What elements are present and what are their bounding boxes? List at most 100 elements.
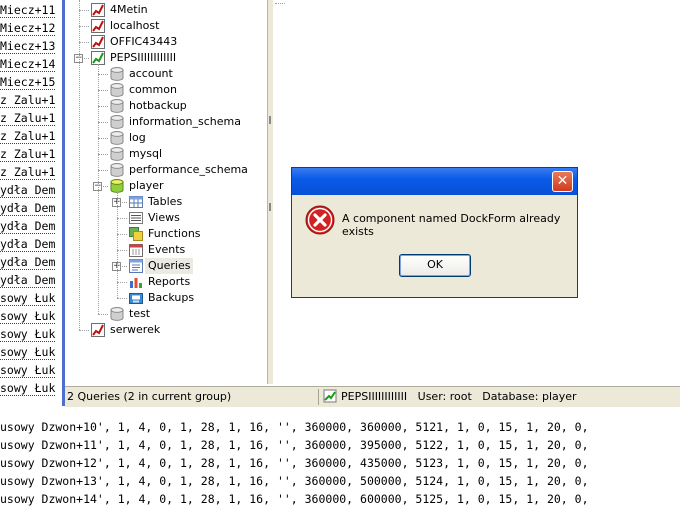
code-line: ydła Dem xyxy=(0,253,56,271)
tree-guide-line xyxy=(79,0,80,330)
status-connection-name: PEPSIIIIIIIIIIII xyxy=(341,390,408,403)
code-line: sowy Łuk xyxy=(0,289,56,307)
queries-icon xyxy=(129,259,143,273)
code-line: z Zalu+1 xyxy=(0,127,56,145)
conn-ok-icon xyxy=(91,51,105,65)
tree-item-label: information_schema xyxy=(129,115,241,128)
code-line: sowy Łuk xyxy=(0,379,56,397)
dialog-close-button[interactable]: ✕ xyxy=(552,171,573,192)
code-line: z Zalu+1 xyxy=(0,145,56,163)
code-text: Miecz+12 xyxy=(0,21,56,36)
code-line: Miecz+12 xyxy=(0,19,56,37)
code-text: sowy Łuk xyxy=(0,345,56,360)
code-line: z Zalu+1 xyxy=(0,163,56,181)
code-line: ydła Dem xyxy=(0,235,56,253)
ok-button[interactable]: OK xyxy=(399,254,471,277)
code-text: z Zalu+1 xyxy=(0,93,56,108)
tree-group-tables[interactable]: Tables + xyxy=(65,194,265,210)
tree-item-label: Functions xyxy=(148,227,201,240)
views-icon xyxy=(129,212,143,224)
conn-icon xyxy=(91,35,105,49)
code-text: ydła Dem xyxy=(0,219,56,234)
code-line: ydła Dem xyxy=(0,199,56,217)
tree-connection[interactable]: serwerek xyxy=(65,322,265,338)
code-text: Miecz+13 xyxy=(0,39,56,54)
code-line: usowy Dzwon+13', 1, 4, 0, 1, 28, 1, 16, … xyxy=(0,474,589,488)
code-text: sowy Łuk xyxy=(0,309,56,324)
code-line: sowy Łuk xyxy=(0,307,56,325)
tree-database[interactable]: player − xyxy=(65,178,265,194)
tree-guide-line xyxy=(98,64,99,314)
marker xyxy=(275,0,285,4)
tree-database[interactable]: information_schema xyxy=(65,114,265,130)
tree-group-queries[interactable]: Queries + xyxy=(65,258,265,274)
db-active-icon xyxy=(110,179,124,193)
code-line: usowy Dzwon+12', 1, 4, 0, 1, 28, 1, 16, … xyxy=(0,456,589,470)
tree-item-label: Queries xyxy=(145,258,194,274)
code-text: z Zalu+1 xyxy=(0,111,56,126)
tree-connector xyxy=(117,250,127,251)
code-text: Miecz+11 xyxy=(0,3,56,18)
code-text: sowy Łuk xyxy=(0,363,56,378)
tree-database[interactable]: performance_schema xyxy=(65,162,265,178)
code-line: ydła Dem xyxy=(0,181,56,199)
tree-item-label: Reports xyxy=(148,275,191,288)
tree-connector xyxy=(98,314,108,315)
tree-connection[interactable]: 4Metin xyxy=(65,2,265,18)
code-text: ydła Dem xyxy=(0,255,56,270)
tree-item-label: localhost xyxy=(110,19,160,32)
code-line: z Zalu+1 xyxy=(0,91,56,109)
reports-icon xyxy=(130,278,142,288)
code-line: Miecz+13 xyxy=(0,37,56,55)
tree-database[interactable]: test xyxy=(65,306,265,322)
tree-group-reports[interactable]: Reports xyxy=(65,274,265,290)
tree-connection[interactable]: OFFIC43443 xyxy=(65,34,265,50)
tree-guide-line xyxy=(117,192,118,298)
tree-connector xyxy=(98,90,108,91)
code-text: ydła Dem xyxy=(0,201,56,216)
backups-icon xyxy=(129,293,143,304)
db-icon xyxy=(110,147,124,161)
conn-icon xyxy=(91,323,105,337)
object-tree: 4Metin localhost OFFIC43443 PEPSIIIIIIIIIII… xyxy=(65,0,267,384)
code-line: Miecz+11 xyxy=(0,1,56,19)
functions-icon xyxy=(129,227,143,241)
tree-database[interactable]: common xyxy=(65,82,265,98)
dialog-titlebar[interactable]: ✕ xyxy=(292,168,577,195)
code-text: sowy Łuk xyxy=(0,327,56,342)
code-line: Miecz+15 xyxy=(0,73,56,91)
code-line: usowy Dzwon+14', 1, 4, 0, 1, 28, 1, 16, … xyxy=(0,492,589,506)
tree-item-label: Events xyxy=(148,243,186,256)
code-text: z Zalu+1 xyxy=(0,147,56,162)
tree-database[interactable]: log xyxy=(65,130,265,146)
tree-item-label: performance_schema xyxy=(129,163,248,176)
code-text: ydła Dem xyxy=(0,273,56,288)
tree-connection[interactable]: PEPSIIIIIIIIIIII − xyxy=(65,50,265,66)
tree-item-label: mysql xyxy=(129,147,162,160)
code-line: usowy Dzwon+10', 1, 4, 0, 1, 28, 1, 16, … xyxy=(0,420,589,434)
db-icon xyxy=(110,99,124,113)
tree-group-backups[interactable]: Backups xyxy=(65,290,265,306)
db-icon xyxy=(110,115,124,129)
splitter-grip-icon xyxy=(269,116,271,124)
code-text: z Zalu+1 xyxy=(0,129,56,144)
code-line: usowy Dzwon+11', 1, 4, 0, 1, 28, 1, 16, … xyxy=(0,438,589,452)
table-icon xyxy=(129,196,143,208)
status-user: User: root xyxy=(417,390,472,403)
status-connection: PEPSIIIIIIIIIIII User: root Database: pl… xyxy=(323,387,577,407)
code-line: z Zalu+1 xyxy=(0,109,56,127)
tree-item-label: 4Metin xyxy=(110,3,148,16)
tree-connection[interactable]: localhost xyxy=(65,18,265,34)
tree-database[interactable]: account xyxy=(65,66,265,82)
error-icon xyxy=(305,205,335,235)
code-text: Miecz+14 xyxy=(0,57,56,72)
code-line: ydła Dem xyxy=(0,271,56,289)
tree-group-views[interactable]: Views xyxy=(65,210,265,226)
tree-group-events[interactable]: Events xyxy=(65,242,265,258)
tree-connector xyxy=(79,10,89,11)
db-icon xyxy=(110,131,124,145)
tree-group-functions[interactable]: Functions xyxy=(65,226,265,242)
tree-database[interactable]: hotbackup xyxy=(65,98,265,114)
tree-item-label: account xyxy=(129,67,173,80)
tree-database[interactable]: mysql xyxy=(65,146,265,162)
